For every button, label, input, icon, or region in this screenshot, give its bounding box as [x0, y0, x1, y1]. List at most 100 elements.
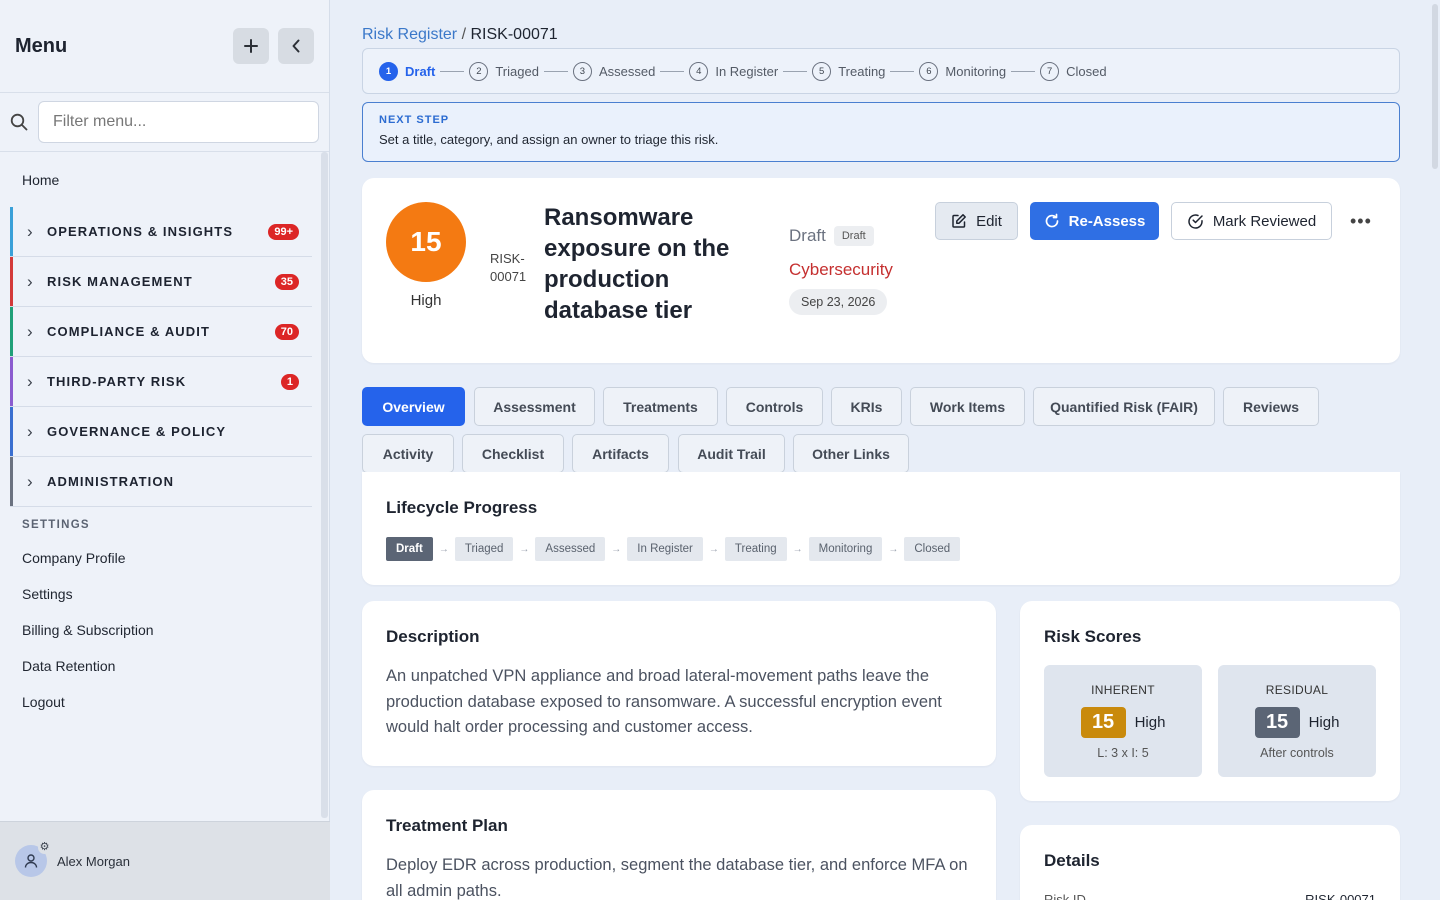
- page-scrollbar-thumb[interactable]: [1432, 4, 1438, 169]
- lifecycle-stage-chip: Closed: [904, 537, 961, 561]
- step-label: Closed: [1066, 63, 1107, 79]
- inherent-score-box: INHERENT 15 High L: 3 x I: 5: [1044, 665, 1202, 777]
- tab-overview[interactable]: Overview: [362, 387, 465, 426]
- risk-score-circle: 15: [386, 202, 466, 282]
- sidebar-group-label: OPERATIONS & INSIGHTS: [47, 224, 234, 239]
- step-treating[interactable]: 5 Treating: [812, 61, 885, 81]
- re-assess-label: Re-Assess: [1068, 212, 1146, 230]
- breadcrumb-risk-register-link[interactable]: Risk Register: [362, 26, 457, 43]
- inherent-label: INHERENT: [1091, 683, 1155, 697]
- sidebar-group-administration[interactable]: › ADMINISTRATION: [10, 457, 312, 507]
- risk-category: Cybersecurity: [789, 260, 893, 279]
- arrow-right-icon: →: [438, 543, 449, 555]
- tab-quantified-risk-fair[interactable]: Quantified Risk (FAIR): [1033, 387, 1215, 426]
- chevron-right-icon: ›: [27, 271, 33, 291]
- tab-controls[interactable]: Controls: [726, 387, 823, 426]
- more-options-icon[interactable]: •••: [1350, 211, 1372, 232]
- lifecycle-stages: Draft → Triaged → Assessed → In Register → Treat…: [386, 537, 961, 561]
- arrow-right-icon: →: [519, 543, 530, 555]
- tab-audit-trail[interactable]: Audit Trail: [678, 434, 785, 473]
- count-badge: 70: [274, 323, 299, 340]
- description-card: Description An unpatched VPN appliance a…: [362, 601, 996, 766]
- step-label: Monitoring: [945, 63, 1007, 79]
- details-row-risk-id: Risk ID RISK-00071: [1044, 892, 1376, 900]
- lifecycle-stage-chip: Assessed: [535, 537, 606, 561]
- step-connector: [543, 70, 568, 72]
- treatment-plan-card: Treatment Plan Deploy EDR across product…: [362, 790, 996, 900]
- step-number: 1: [379, 61, 398, 81]
- sidebar-group-label: RISK MANAGEMENT: [47, 274, 193, 289]
- next-step-text: Set a title, category, and assign an own…: [379, 132, 719, 147]
- risk-id-label: Risk ID: [1044, 892, 1086, 900]
- sidebar-group-risk-management[interactable]: › RISK MANAGEMENT 35: [10, 257, 312, 307]
- user-icon: [24, 854, 38, 868]
- add-button[interactable]: [233, 28, 269, 64]
- sidebar-group-label: THIRD-PARTY RISK: [47, 374, 187, 389]
- next-step-heading: NEXT STEP: [379, 114, 450, 126]
- sidebar-group-label: GOVERNANCE & POLICY: [47, 424, 227, 439]
- description-text: An unpatched VPN appliance and broad lat…: [386, 667, 942, 736]
- page-scrollbar[interactable]: [1430, 0, 1440, 900]
- avatar[interactable]: ⚙: [15, 841, 51, 877]
- tab-activity[interactable]: Activity: [362, 434, 454, 473]
- collapse-sidebar-button[interactable]: [278, 28, 314, 64]
- mark-reviewed-label: Mark Reviewed: [1212, 212, 1317, 230]
- risk-id: RISK-00071: [490, 251, 527, 284]
- risk-header-card: 15 High RISK-00071 Ransomware exposure o…: [362, 178, 1400, 363]
- tab-checklist[interactable]: Checklist: [462, 434, 564, 473]
- inherent-formula: L: 3 x I: 5: [1097, 746, 1149, 760]
- step-draft[interactable]: 1 Draft: [379, 61, 436, 81]
- sidebar-group-governance-policy[interactable]: › GOVERNANCE & POLICY: [10, 407, 312, 457]
- breadcrumb-separator: /: [461, 26, 467, 43]
- tab-treatments[interactable]: Treatments: [603, 387, 718, 426]
- sidebar-item-data-retention[interactable]: Data Retention: [0, 648, 330, 684]
- residual-label: RESIDUAL: [1265, 683, 1329, 697]
- step-label: Draft: [405, 63, 436, 79]
- lifecycle-stage-chip: In Register: [627, 537, 703, 561]
- filter-menu-input[interactable]: [38, 101, 319, 143]
- sidebar-item-logout[interactable]: Logout: [0, 684, 330, 720]
- status-badge: Draft: [833, 226, 874, 246]
- step-closed[interactable]: 7 Closed: [1040, 61, 1107, 81]
- arrow-right-icon: →: [792, 543, 803, 555]
- step-triaged[interactable]: 2 Triaged: [469, 61, 539, 81]
- description-title: Description: [386, 627, 480, 646]
- status-text: Draft: [789, 226, 826, 245]
- re-assess-button[interactable]: Re-Assess: [1030, 202, 1159, 240]
- group-accent-bar: [10, 207, 13, 256]
- step-number: 6: [919, 61, 939, 81]
- residual-note: After controls: [1260, 746, 1334, 760]
- step-label: Assessed: [598, 63, 656, 79]
- sidebar-item-company-profile[interactable]: Company Profile: [0, 540, 330, 576]
- risk-status: Draft Draft: [789, 226, 874, 246]
- sidebar-group-compliance-audit[interactable]: › COMPLIANCE & AUDIT 70: [10, 307, 312, 357]
- plus-icon: [244, 39, 258, 53]
- edit-button[interactable]: Edit: [935, 202, 1018, 240]
- sidebar-item-billing-subscription[interactable]: Billing & Subscription: [0, 612, 330, 648]
- step-label: In Register: [715, 63, 779, 79]
- edit-icon: [951, 213, 967, 229]
- step-in-register[interactable]: 4 In Register: [689, 61, 779, 81]
- step-monitoring[interactable]: 6 Monitoring: [919, 61, 1007, 81]
- lifecycle-stage-chip: Triaged: [454, 537, 514, 561]
- mark-reviewed-button[interactable]: Mark Reviewed: [1171, 202, 1332, 240]
- sidebar-scrollbar[interactable]: [321, 152, 328, 818]
- sidebar-group-third-party-risk[interactable]: › THIRD-PARTY RISK 1: [10, 357, 312, 407]
- user-footer[interactable]: ⚙ Alex Morgan: [0, 821, 330, 900]
- inherent-level: High: [1134, 714, 1166, 731]
- risk-date-pill: Sep 23, 2026: [789, 289, 888, 315]
- step-number: 2: [469, 61, 489, 81]
- tab-other-links[interactable]: Other Links: [793, 434, 909, 473]
- tab-kris[interactable]: KRIs: [831, 387, 902, 426]
- sidebar-item-home[interactable]: Home: [0, 152, 330, 207]
- tab-work-items[interactable]: Work Items: [910, 387, 1025, 426]
- sidebar-group-operations-insights[interactable]: › OPERATIONS & INSIGHTS 99+: [10, 207, 312, 257]
- tab-reviews[interactable]: Reviews: [1223, 387, 1319, 426]
- step-assessed[interactable]: 3 Assessed: [572, 61, 656, 81]
- chevron-right-icon: ›: [27, 321, 33, 341]
- tab-artifacts[interactable]: Artifacts: [572, 434, 669, 473]
- tab-assessment[interactable]: Assessment: [474, 387, 595, 426]
- details-title: Details: [1044, 851, 1100, 870]
- group-accent-bar: [10, 257, 13, 306]
- sidebar-item-settings[interactable]: Settings: [0, 576, 330, 612]
